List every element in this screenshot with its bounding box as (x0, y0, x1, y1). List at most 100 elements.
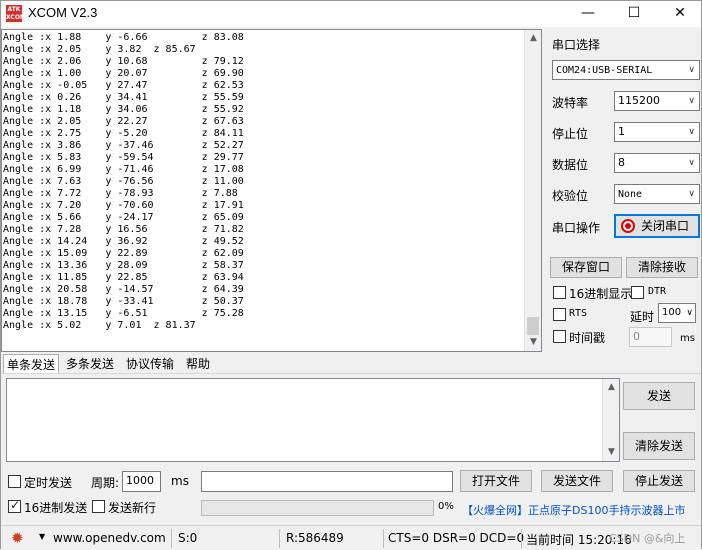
receive-area[interactable]: Angle :x 1.88 y -6.66 z 83.08 Angle :x 2.… (1, 29, 542, 352)
rts-checkbox[interactable] (553, 308, 566, 321)
send-progress-bar (201, 500, 434, 516)
port-select-label: 串口选择 (552, 38, 601, 52)
ad-link[interactable]: 【火爆全网】正点原子DS100手持示波器上市 (462, 502, 685, 518)
timestamp-input[interactable]: 0 (629, 327, 672, 347)
send-newline-label: 发送新行 (108, 501, 157, 515)
received-count: R:586489 (286, 531, 344, 545)
receive-line: Angle :x 6.99 y -71.46 z 17.08 (3, 164, 244, 175)
receive-line: Angle :x 14.24 y 36.92 z 49.52 (3, 236, 244, 247)
port-op-label: 串口操作 (552, 221, 601, 235)
period-ms-label: ms (171, 474, 189, 488)
port-select-value: COM24:USB-SERIAL (556, 65, 653, 76)
line-signals: CTS=0 DSR=0 DCD=0 (388, 531, 525, 545)
scroll-down-icon[interactable]: ▼ (603, 444, 620, 461)
sent-count: S:0 (178, 531, 198, 545)
receive-line: Angle :x 11.85 y 22.85 z 63.94 (3, 272, 244, 283)
chevron-down-icon: ∨ (688, 158, 695, 168)
chevron-down-icon: ∨ (688, 189, 695, 199)
receive-line: Angle :x 2.75 y -5.20 z 84.11 (3, 128, 244, 139)
app-logo-icon: ATK XCOM (6, 5, 26, 22)
close-button[interactable]: ✕ (657, 1, 702, 25)
status-separator (171, 529, 172, 548)
hex-send-checkbox[interactable] (8, 498, 21, 513)
window-title: XCOM V2.3 (28, 5, 98, 20)
chevron-down-icon: ∨ (686, 308, 693, 318)
open-file-button[interactable]: 打开文件 (460, 470, 532, 492)
receive-line: Angle :x 7.63 y -76.56 z 11.00 (3, 176, 244, 187)
xcom-window: ATK XCOM XCOM V2.3 — ☐ ✕ Angle :x 1.88 y … (0, 0, 702, 550)
baud-value: 115200 (618, 94, 660, 107)
scroll-up-icon[interactable]: ▲ (525, 30, 541, 47)
receive-line: Angle :x 3.86 y -37.46 z 52.27 (3, 140, 244, 151)
chevron-down-icon: ∨ (688, 65, 695, 75)
minimize-button[interactable]: — (565, 1, 611, 25)
close-port-button[interactable]: 关闭串口 (614, 214, 700, 238)
clear-send-button[interactable]: 清除发送 (623, 432, 695, 460)
receive-line: Angle :x 18.78 y -33.41 z 50.37 (3, 296, 244, 307)
delay-select[interactable]: 100 ∨ (658, 303, 696, 323)
dtr-checkbox[interactable] (631, 286, 644, 299)
gear-icon[interactable]: ✹ (11, 529, 24, 547)
receive-line: Angle :x 1.00 y 20.07 z 69.90 (3, 68, 244, 79)
timed-send-checkbox[interactable] (8, 475, 21, 488)
receive-line: Angle :x 7.72 y -78.93 z 7.88 (3, 188, 238, 199)
status-separator (521, 529, 522, 548)
send-button[interactable]: 发送 (623, 382, 695, 410)
tab-protocol[interactable]: 协议传输 (123, 354, 177, 374)
save-window-button[interactable]: 保存窗口 (550, 257, 622, 278)
website-link[interactable]: www.openedv.com (53, 531, 166, 545)
receive-line: Angle :x 13.15 y -6.51 z 75.28 (3, 308, 244, 319)
file-path-input[interactable] (201, 471, 453, 492)
parity-value: None (618, 189, 643, 200)
delay-value: 100 (662, 307, 682, 318)
send-scrollbar[interactable]: ▲ ▼ (602, 379, 619, 461)
stop-bits-select[interactable]: 1 ∨ (614, 122, 700, 142)
data-bits-value: 8 (618, 156, 625, 169)
data-bits-select[interactable]: 8 ∨ (614, 153, 700, 173)
stop-send-button[interactable]: 停止发送 (623, 470, 695, 492)
receive-line: Angle :x 5.66 y -24.17 z 65.09 (3, 212, 244, 223)
send-newline-checkbox[interactable] (92, 500, 105, 513)
scroll-up-icon[interactable]: ▲ (603, 379, 620, 396)
period-input[interactable]: 1000 (122, 471, 161, 492)
timestamp-checkbox[interactable] (553, 330, 566, 343)
stop-bits-value: 1 (618, 125, 625, 138)
status-separator (383, 529, 384, 548)
progress-text: 0% (438, 501, 454, 512)
receive-scrollbar[interactable]: ▲ ▼ (524, 30, 541, 351)
clear-receive-button[interactable]: 清除接收 (626, 257, 698, 278)
title-bar: ATK XCOM XCOM V2.3 — ☐ ✕ (1, 1, 701, 27)
parity-select[interactable]: None ∨ (614, 184, 700, 204)
hex-send-label: 16进制发送 (24, 501, 88, 515)
hex-display-label: 16进制显示 (569, 287, 633, 301)
tab-help[interactable]: 帮助 (183, 354, 213, 374)
timed-send-label: 定时发送 (24, 476, 73, 490)
port-select[interactable]: COM24:USB-SERIAL ∨ (552, 60, 700, 80)
scroll-thumb[interactable] (527, 317, 539, 335)
parity-label: 校验位 (552, 189, 589, 203)
scroll-down-icon[interactable]: ▼ (525, 334, 541, 351)
dtr-label: DTR (648, 286, 667, 297)
send-input[interactable]: ▲ ▼ (6, 378, 620, 462)
receive-line: Angle :x 13.36 y 28.09 z 58.37 (3, 260, 244, 271)
receive-line: Angle :x 0.26 y 34.41 z 55.59 (3, 92, 244, 103)
baud-select[interactable]: 115200 ∨ (614, 91, 700, 111)
receive-line: Angle :x 20.58 y -14.57 z 64.39 (3, 284, 244, 295)
chevron-down-icon[interactable]: ▼ (39, 532, 45, 541)
maximize-button[interactable]: ☐ (611, 1, 657, 25)
tab-multi-send[interactable]: 多条发送 (63, 354, 117, 374)
timestamp-ms-label: ms (680, 333, 695, 344)
receive-line: Angle :x 2.05 y 22.27 z 67.63 (3, 116, 244, 127)
rts-label: RTS (569, 308, 588, 319)
receive-line: Angle :x 7.20 y -70.60 z 17.91 (3, 200, 244, 211)
data-bits-label: 数据位 (552, 158, 589, 172)
receive-line: Angle :x 2.05 y 3.82 z 85.67 (3, 44, 196, 55)
send-file-button[interactable]: 发送文件 (541, 470, 613, 492)
delay-label: 延时 (630, 310, 655, 324)
timestamp-label: 时间戳 (569, 331, 606, 345)
stop-bits-label: 停止位 (552, 127, 589, 141)
hex-display-checkbox[interactable] (553, 286, 566, 299)
tab-single-send[interactable]: 单条发送 (3, 354, 60, 374)
receive-line: Angle :x -0.05 y 27.47 z 62.53 (3, 80, 244, 91)
chevron-down-icon: ∨ (688, 96, 695, 106)
